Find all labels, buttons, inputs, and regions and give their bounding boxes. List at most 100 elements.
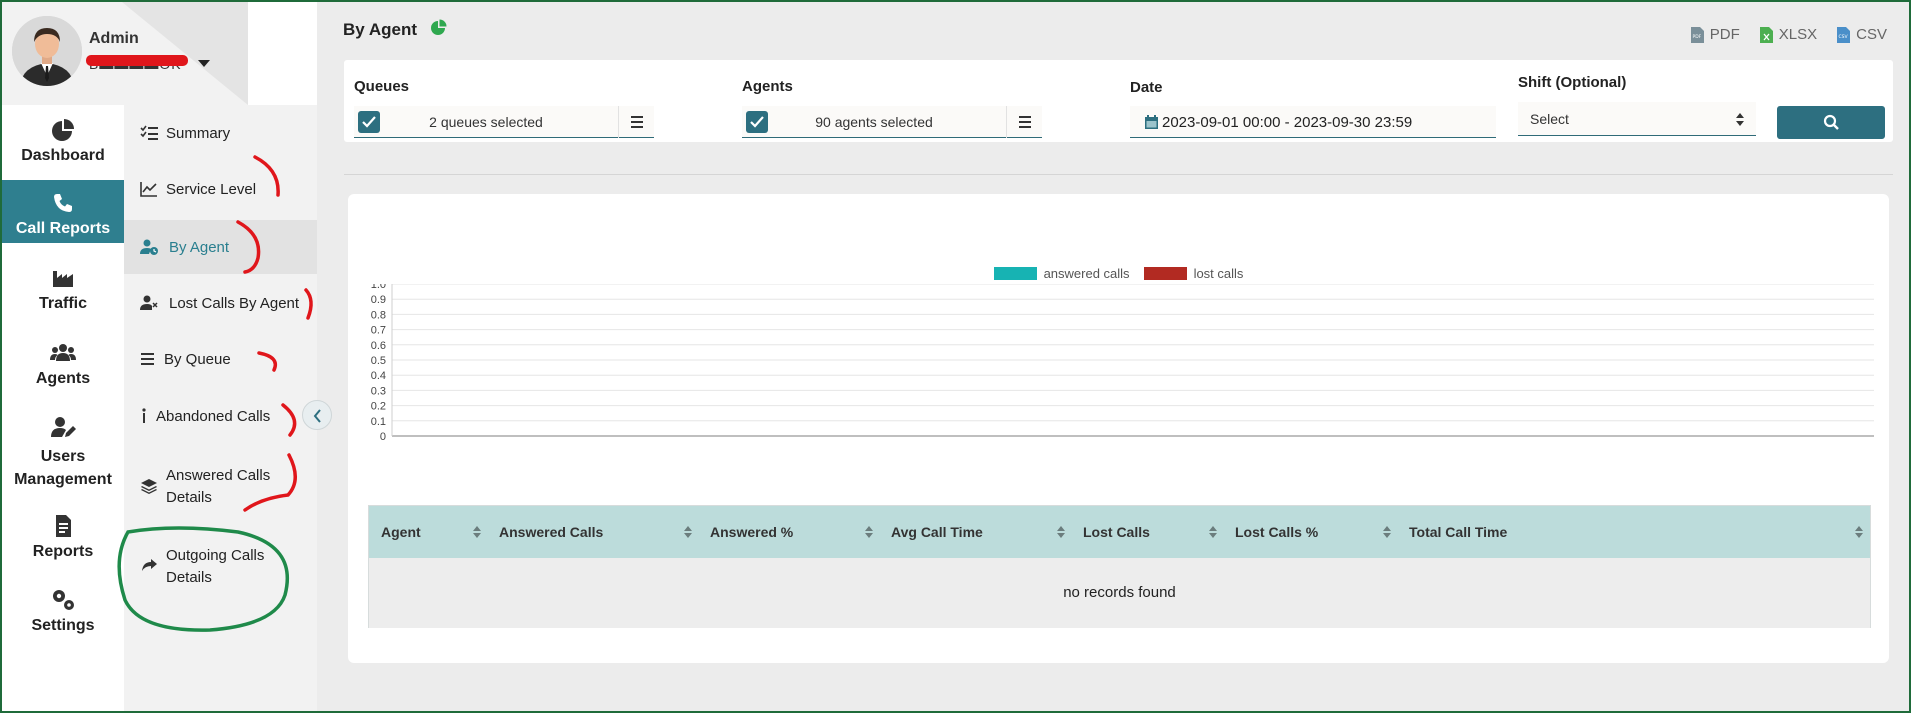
queues-label: Queues xyxy=(354,78,410,95)
legend-swatch xyxy=(1143,267,1187,280)
y-tick-label: 0.7 xyxy=(371,325,386,337)
chart-legend: answered calls lost calls xyxy=(348,266,1889,281)
y-tick-label: 0.5 xyxy=(371,355,386,367)
search-icon xyxy=(1823,114,1839,130)
sort-icon[interactable] xyxy=(1209,525,1217,539)
nav-item-users-management[interactable]: Users Management xyxy=(2,405,124,489)
sort-icon[interactable] xyxy=(473,525,481,539)
subnav-item-lost-calls-by-agent[interactable]: Lost Calls By Agent xyxy=(124,275,317,331)
column-header-total-call-time[interactable]: Total Call Time xyxy=(1409,524,1507,540)
y-tick-label: 0.8 xyxy=(371,309,386,321)
legend-swatch xyxy=(993,267,1037,280)
queues-value: 2 queues selected xyxy=(429,114,543,130)
pie-chart-icon xyxy=(52,119,74,141)
user-times-icon xyxy=(140,295,158,310)
agents-multiselect[interactable]: 90 agents selected xyxy=(742,106,1042,138)
legend-item-answered[interactable]: answered calls xyxy=(993,266,1130,281)
agents-label: Agents xyxy=(742,78,793,95)
column-header-avg-call-time[interactable]: Avg Call Time xyxy=(891,524,983,540)
y-tick-label: 0.3 xyxy=(371,385,386,397)
column-header-answered-percent[interactable]: Answered % xyxy=(710,524,793,540)
column-header-lost-calls-percent[interactable]: Lost Calls % xyxy=(1235,524,1318,540)
sort-icon[interactable] xyxy=(1057,525,1065,539)
sort-icon[interactable] xyxy=(1383,525,1391,539)
subnav-item-by-agent[interactable]: By Agent xyxy=(124,220,317,274)
agents-table: Agent Answered Calls Answered % Avg Call… xyxy=(368,505,1871,628)
subnav-item-outgoing-calls-details[interactable]: Outgoing Calls Details xyxy=(124,523,317,599)
sort-arrows-icon xyxy=(1736,113,1744,126)
chevron-left-icon xyxy=(313,409,321,423)
export-pdf-button[interactable]: PDF PDF xyxy=(1690,26,1740,43)
nav-item-call-reports[interactable]: Call Reports xyxy=(2,180,124,243)
nav-item-settings[interactable]: Settings xyxy=(2,577,124,637)
date-label: Date xyxy=(1130,79,1163,96)
document-icon xyxy=(56,515,71,537)
share-arrow-icon xyxy=(142,559,157,571)
calendar-icon xyxy=(1145,115,1158,129)
shift-select[interactable]: Select xyxy=(1518,102,1756,136)
bars-icon xyxy=(631,116,643,128)
queues-multiselect[interactable]: 2 queues selected xyxy=(354,106,654,138)
avatar xyxy=(12,16,82,86)
search-button[interactable] xyxy=(1777,106,1885,139)
y-tick-label: 0.4 xyxy=(371,370,386,382)
subnav-item-service-level[interactable]: Service Level xyxy=(124,161,317,217)
page-title: By Agent xyxy=(343,19,448,40)
column-header-answered-calls[interactable]: Answered Calls xyxy=(499,524,603,540)
report-card: answered calls lost calls 0 0.1 0.2 0.3 0.4 0… xyxy=(348,194,1889,663)
user-profile[interactable]: Admin B▬▬▬▬OK xyxy=(2,2,248,105)
chevron-down-icon[interactable] xyxy=(198,60,210,67)
info-icon xyxy=(142,408,146,423)
shift-label: Shift (Optional) xyxy=(1518,74,1627,91)
export-xlsx-button[interactable]: XLSX xyxy=(1759,26,1817,43)
main-navigation: Dashboard Call Reports Traffic Agents Us… xyxy=(2,105,124,711)
export-toolbar: PDF PDF XLSX CSV CSV xyxy=(1690,26,1887,43)
subnav-item-abandoned-calls[interactable]: Abandoned Calls xyxy=(124,387,317,445)
sort-icon[interactable] xyxy=(865,525,873,539)
sort-icon[interactable] xyxy=(1855,525,1863,539)
filter-panel: Queues 2 queues selected Agents 90 agent… xyxy=(344,60,1893,142)
sidebar-collapse-button[interactable] xyxy=(302,400,332,430)
users-icon xyxy=(50,344,76,361)
divider xyxy=(344,174,1893,175)
user-edit-icon xyxy=(51,417,76,437)
y-tick-label: 1.0 xyxy=(371,284,386,291)
svg-text:PDF: PDF xyxy=(1692,34,1701,40)
empty-state-text: no records found xyxy=(1063,584,1176,601)
nav-item-dashboard[interactable]: Dashboard xyxy=(2,105,124,165)
sort-icon[interactable] xyxy=(684,525,692,539)
y-tick-label: 0 xyxy=(380,431,386,443)
column-header-lost-calls[interactable]: Lost Calls xyxy=(1083,524,1150,540)
phone-icon xyxy=(54,194,72,212)
layers-icon xyxy=(141,479,157,494)
nav-item-traffic[interactable]: Traffic xyxy=(2,255,124,315)
shift-value: Select xyxy=(1530,111,1569,127)
export-csv-button[interactable]: CSV CSV xyxy=(1837,26,1887,43)
table-header: Agent Answered Calls Answered % Avg Call… xyxy=(369,506,1870,558)
y-tick-label: 0.1 xyxy=(371,416,386,428)
column-header-agent[interactable]: Agent xyxy=(381,524,421,540)
bars-icon xyxy=(141,353,154,365)
subnav-item-summary[interactable]: Summary xyxy=(124,105,317,161)
csv-file-icon: CSV xyxy=(1837,26,1851,43)
subnav-item-by-queue[interactable]: By Queue xyxy=(124,331,317,387)
main-content: By Agent PDF PDF XLSX CSV CSV Queues 2 q… xyxy=(317,2,1909,711)
table-body: no records found xyxy=(369,558,1870,628)
agents-menu-button[interactable] xyxy=(1006,106,1042,138)
bars-icon xyxy=(1019,116,1031,128)
gears-icon xyxy=(53,590,74,610)
reports-subnavigation: Summary Service Level By Agent Lost Call… xyxy=(124,105,317,711)
agents-value: 90 agents selected xyxy=(815,114,933,130)
svg-text:CSV: CSV xyxy=(1839,34,1849,40)
queues-menu-button[interactable] xyxy=(618,106,654,138)
nav-item-agents[interactable]: Agents xyxy=(2,330,124,390)
line-chart-icon xyxy=(140,182,157,197)
legend-item-lost[interactable]: lost calls xyxy=(1143,266,1243,281)
nav-item-reports[interactable]: Reports xyxy=(2,503,124,563)
factory-icon xyxy=(53,271,73,287)
date-range-input[interactable]: 2023-09-01 00:00 - 2023-09-30 23:59 xyxy=(1130,106,1496,138)
pdf-file-icon: PDF xyxy=(1690,26,1704,43)
bar-chart: 0 0.1 0.2 0.3 0.4 0.5 0.6 0.7 0.8 0.9 1.0 xyxy=(371,284,1874,443)
user-name: Admin xyxy=(89,30,139,47)
subnav-item-answered-calls-details[interactable]: Answered Calls Details xyxy=(124,445,317,521)
